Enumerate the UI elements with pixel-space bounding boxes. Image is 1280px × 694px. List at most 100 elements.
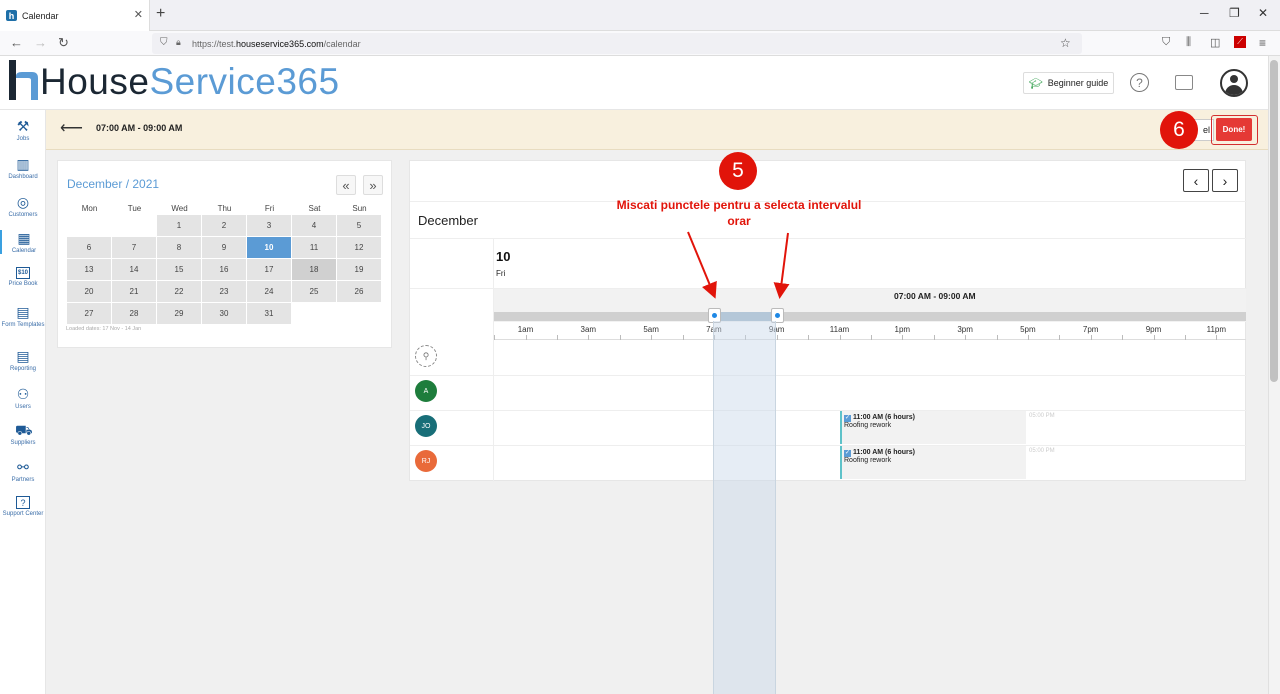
hour-tick <box>556 335 558 340</box>
selected-range-title: 07:00 AM - 09:00 AM <box>96 123 183 133</box>
calendar-day[interactable]: 5 <box>337 215 381 236</box>
sidebar-item-jobs[interactable]: ⚒ Jobs <box>0 118 46 142</box>
sidebar-item-partners[interactable]: ⚯ Partners <box>0 459 46 483</box>
calendar-day[interactable]: 13 <box>67 259 111 280</box>
pocket-icon[interactable]: ⛉ <box>1162 36 1170 49</box>
sidebar-item-reporting[interactable]: ▤ Reporting <box>0 348 46 372</box>
day-number: 10 <box>496 249 511 264</box>
unassigned-user-icon[interactable]: ⚲ <box>415 345 437 367</box>
back-arrow-icon[interactable]: ⟵ <box>60 118 83 138</box>
app-logo[interactable]: HouseService365 <box>8 60 340 103</box>
restore-icon[interactable]: ❐ <box>1229 6 1240 20</box>
calendar-day[interactable]: 22 <box>157 281 201 302</box>
calendar-day[interactable]: 2 <box>202 215 246 236</box>
url-bar[interactable]: ⛉ 🔒︎ https://test. houseservice365.com/ca… <box>152 33 1082 54</box>
sidebar-toggle-icon[interactable]: ◫ <box>1210 36 1220 49</box>
user-avatar-a[interactable]: A <box>415 380 437 402</box>
close-window-icon[interactable]: ✕ <box>1258 6 1268 20</box>
sidebar-item-calendar[interactable]: ▦ Calendar <box>0 230 46 254</box>
calendar-day[interactable]: 31 <box>247 303 291 324</box>
hour-label: 11am <box>829 325 850 334</box>
beginner-guide-button[interactable]: 🎓︎ Beginner guide <box>1023 72 1114 94</box>
menu-icon[interactable]: ≡ <box>1259 36 1266 50</box>
calendar-day[interactable]: 7 <box>112 237 156 258</box>
calendar-day[interactable]: 6 <box>67 237 111 258</box>
event-card[interactable]: ✓ 11:00 AM (6 hours) Roofing rework <box>840 411 1026 444</box>
calendar-day[interactable]: 25 <box>292 281 336 302</box>
calendar-day[interactable]: 18 <box>292 259 336 280</box>
calendar-day[interactable]: 12 <box>337 237 381 258</box>
divider <box>410 445 1247 446</box>
calendar-day[interactable]: 16 <box>202 259 246 280</box>
back-icon[interactable]: ← <box>10 35 23 50</box>
calendar-day[interactable]: 27 <box>67 303 111 324</box>
loaded-dates-note: Loaded dates: 17 Nov - 14 Jan <box>66 326 142 332</box>
url-domain: houseservice365.com <box>236 38 324 49</box>
url-path: /calendar <box>323 38 361 49</box>
calendar-day[interactable]: 3 <box>247 215 291 236</box>
calendar-day[interactable]: 1 <box>157 215 201 236</box>
browser-tab[interactable]: h Calendar ✕ <box>0 0 150 31</box>
page-scrollbar-thumb[interactable] <box>1270 60 1278 382</box>
library-icon[interactable]: ⫼ <box>1186 36 1191 49</box>
calendar-day[interactable]: 17 <box>247 259 291 280</box>
user-avatar-rj[interactable]: RJ <box>415 450 437 472</box>
calendar-day[interactable]: 20 <box>67 281 111 302</box>
user-avatar-jo[interactable]: JO <box>415 415 437 437</box>
folder-icon[interactable] <box>1175 75 1193 90</box>
hour-label: 1pm <box>894 325 911 334</box>
close-tab-icon[interactable]: ✕ <box>134 8 143 21</box>
hour-tick <box>1059 335 1061 340</box>
selected-time-shade <box>713 321 776 694</box>
calendar-day[interactable]: 19 <box>337 259 381 280</box>
done-button[interactable]: Done! <box>1216 118 1252 141</box>
sidebar-item-users[interactable]: ⚇ Users <box>0 386 46 410</box>
calendar-day[interactable]: 21 <box>112 281 156 302</box>
divider <box>410 238 1247 239</box>
mini-calendar-prev-button[interactable]: « <box>336 175 356 195</box>
sidebar-item-dashboard[interactable]: ▥ Dashboard <box>0 156 46 180</box>
extension-icon[interactable]: ⟋ <box>1234 36 1246 48</box>
hour-tick <box>651 335 653 340</box>
calendar-day[interactable]: 8 <box>157 237 201 258</box>
new-tab-icon[interactable]: + <box>156 5 165 23</box>
user-avatar-icon[interactable] <box>1220 69 1248 97</box>
sidebar-item-form-templates[interactable]: ▤ Form Templates <box>0 304 46 328</box>
sidebar-item-price-book[interactable]: $10 Price Book <box>0 267 46 287</box>
scheduler-prev-button[interactable]: ‹ <box>1183 169 1209 192</box>
reload-icon[interactable]: ↻ <box>58 35 69 51</box>
report-icon: ▤ <box>16 348 30 364</box>
minimize-icon[interactable]: ─ <box>1200 6 1209 20</box>
forward-icon[interactable]: → <box>34 35 47 50</box>
hour-tick <box>996 335 998 340</box>
mini-calendar-next-button[interactable]: » <box>363 175 383 195</box>
calendar-day[interactable]: 14 <box>112 259 156 280</box>
calendar-day[interactable]: 23 <box>202 281 246 302</box>
calendar-day[interactable]: 26 <box>337 281 381 302</box>
calendar-day[interactable]: 9 <box>202 237 246 258</box>
sidebar-item-support-center[interactable]: ? Support Center <box>0 496 46 517</box>
hour-tick <box>588 335 590 340</box>
sidebar-item-suppliers[interactable]: ⛟ Suppliers <box>0 422 46 446</box>
bookmark-star-icon[interactable]: ☆ <box>1060 36 1071 50</box>
calendar-day[interactable]: 24 <box>247 281 291 302</box>
hour-tick <box>839 335 841 340</box>
calendar-day[interactable]: 4 <box>292 215 336 236</box>
time-range-track[interactable] <box>494 312 1246 321</box>
scheduler-next-button[interactable]: › <box>1212 169 1238 192</box>
calendar-day[interactable]: 28 <box>112 303 156 324</box>
calendar-day[interactable]: 29 <box>157 303 201 324</box>
calendar-day[interactable]: 15 <box>157 259 201 280</box>
step-6-badge: 6 <box>1160 111 1198 149</box>
sidebar-item-customers[interactable]: ◎ Customers <box>0 194 46 218</box>
calendar-day[interactable]: 11 <box>292 237 336 258</box>
help-icon[interactable]: ? <box>1130 73 1149 92</box>
hour-tick <box>870 335 872 340</box>
url-prefix: https://test. <box>192 38 237 49</box>
scheduler-month-title: December <box>418 213 478 228</box>
event-card[interactable]: ✓ 11:00 AM (6 hours) Roofing rework <box>840 446 1026 479</box>
calendar-day[interactable]: 30 <box>202 303 246 324</box>
event-end-time: 05:00 PM <box>1029 413 1055 419</box>
app-header: HouseService365 🎓︎ Beginner guide ? <box>0 56 1268 110</box>
calendar-day[interactable]: 10 <box>247 237 291 258</box>
